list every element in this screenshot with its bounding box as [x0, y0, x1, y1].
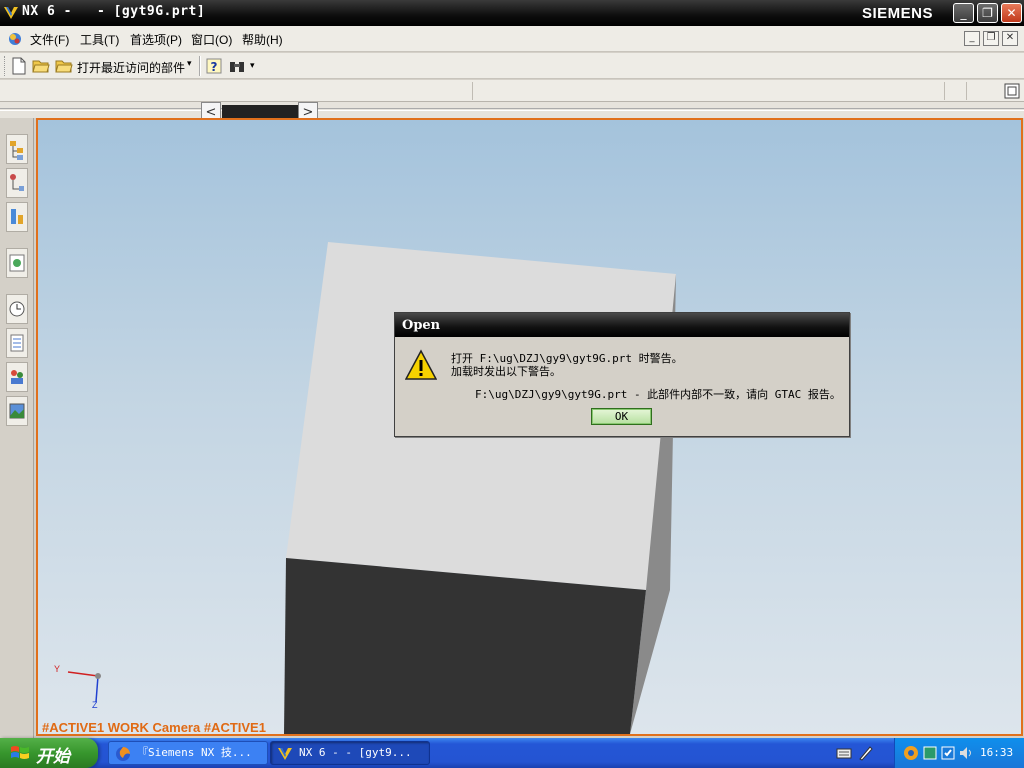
taskbar-item-label: 『Siemens NX 技... — [137, 746, 252, 759]
network-icon[interactable] — [922, 745, 938, 761]
volume-icon[interactable] — [958, 745, 974, 761]
nx-logo-icon — [278, 748, 292, 760]
pen-icon[interactable] — [858, 745, 874, 761]
close-icon: ✕ — [1006, 6, 1017, 20]
restore-icon: ❐ — [982, 6, 993, 20]
maximize-button[interactable]: ❐ — [977, 3, 998, 23]
part-navigator-tab[interactable] — [6, 202, 28, 232]
image-icon — [9, 403, 25, 419]
security-icon[interactable] — [940, 745, 956, 761]
cue-divider — [944, 82, 945, 100]
minimize-button[interactable]: _ — [953, 3, 974, 23]
menu-file[interactable]: 文件(F) — [30, 31, 69, 48]
web-browser-tab[interactable] — [6, 248, 28, 278]
recent-folder-icon[interactable] — [55, 57, 73, 75]
browser-icon — [9, 254, 25, 272]
system-materials-tab[interactable] — [6, 328, 28, 358]
doc-restore-button[interactable]: ❐ — [983, 31, 999, 46]
doc-close-button[interactable]: ✕ — [1002, 31, 1018, 46]
nx-logo-icon — [4, 7, 18, 19]
assembly-navigator-icon — [10, 141, 23, 160]
clock: 16:33 — [980, 746, 1014, 759]
window-title: NX 6 - - [gyt9G.prt] — [22, 4, 206, 19]
menu-help[interactable]: 帮助(H) — [242, 31, 283, 48]
warning-icon — [405, 349, 437, 380]
warning-message-detail: F:\ug\DZJ\gy9\gyt9G.prt - 此部件内部不一致，请向 GT… — [475, 388, 841, 401]
start-label: 开始 — [36, 747, 70, 766]
svg-text:?: ? — [211, 60, 218, 74]
tray-app-icon[interactable] — [903, 745, 919, 761]
constraint-navigator-tab[interactable] — [6, 168, 28, 198]
app-menu-icon[interactable] — [7, 31, 23, 47]
taskbar-item-nx[interactable]: NX 6 - - [gyt9... — [270, 741, 430, 765]
keyboard-icon[interactable] — [836, 745, 852, 761]
title-bar: NX 6 - - [gyt9G.prt] SIEMENS _ ❐ ✕ — [0, 0, 1024, 26]
help-icon[interactable]: ? — [205, 57, 223, 75]
work-view-label: #ACTIVE1 WORK Camera #ACTIVE1 — [42, 720, 266, 735]
binoculars-icon[interactable] — [228, 57, 246, 75]
triad-y-label: Y — [54, 664, 61, 674]
triad-z-label: Z — [92, 700, 98, 710]
standard-toolbar: 打开最近访问的部件 ▾ ? ▾ — [0, 53, 1024, 79]
open-warning-dialog: Open 打开 F:\ug\DZJ\gy9\gyt9G.prt 时警告。 加载时… — [394, 312, 850, 437]
assembly-navigator-tab[interactable] — [6, 134, 28, 164]
chevron-down-icon[interactable]: ▾ — [187, 59, 192, 69]
warning-message-line2: 加载时发出以下警告。 — [451, 365, 561, 378]
close-button[interactable]: ✕ — [1001, 3, 1022, 23]
open-folder-icon[interactable] — [32, 57, 50, 75]
history-tab[interactable] — [6, 294, 28, 324]
taskbar-item-label: NX 6 - - [gyt9... — [299, 746, 412, 759]
new-file-icon[interactable] — [10, 57, 28, 75]
ok-button[interactable]: OK — [591, 408, 652, 425]
menu-preferences[interactable]: 首选项(P) — [130, 31, 182, 48]
start-button[interactable]: 开始 — [0, 738, 98, 768]
dialog-title[interactable]: Open — [395, 313, 849, 337]
taskbar: 开始 『Siemens NX 技... NX 6 - - [gyt9... 16… — [0, 738, 1024, 768]
menu-tools[interactable]: 工具(T) — [80, 31, 119, 48]
open-recent-parts-dropdown[interactable]: 打开最近访问的部件 — [77, 59, 185, 76]
resource-bar — [0, 118, 34, 738]
cue-line — [0, 80, 1024, 102]
visualization-tab[interactable] — [6, 396, 28, 426]
minimize-icon: _ — [960, 6, 967, 20]
toolbar-grip[interactable] — [4, 56, 7, 76]
clock-icon — [9, 301, 25, 317]
chevron-down-icon[interactable]: ▾ — [250, 61, 255, 71]
windows-logo-icon — [11, 746, 29, 759]
cue-divider — [472, 82, 473, 100]
fullscreen-icon[interactable] — [1004, 83, 1020, 99]
taskbar-item-browser[interactable]: 『Siemens NX 技... — [108, 741, 268, 765]
menu-bar: 文件(F) 工具(T) 首选项(P) 窗口(O) 帮助(H) — [0, 26, 1024, 52]
roles-tab[interactable] — [6, 362, 28, 392]
roles-icon — [11, 370, 23, 384]
brand-logo: SIEMENS — [862, 5, 934, 22]
list-icon — [10, 334, 24, 352]
toolbar-separator — [199, 56, 201, 76]
constraint-navigator-icon — [10, 174, 24, 191]
resource-bar-strip — [0, 102, 1024, 118]
menu-window[interactable]: 窗口(O) — [191, 31, 232, 48]
doc-minimize-button[interactable]: _ — [964, 31, 980, 46]
cue-divider — [966, 82, 967, 100]
firefox-icon — [116, 747, 130, 761]
coordinate-triad — [67, 671, 101, 703]
splitter[interactable] — [0, 108, 1024, 111]
part-navigator-icon — [11, 209, 23, 224]
